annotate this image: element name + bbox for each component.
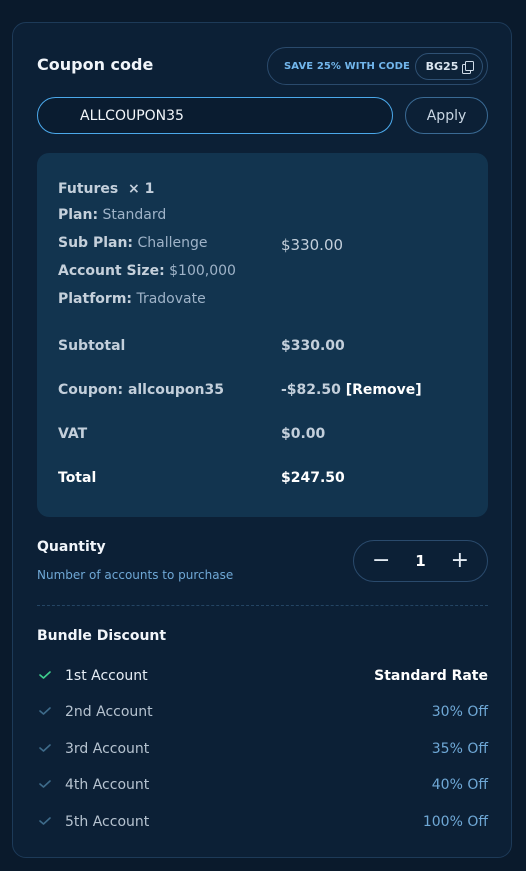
check-icon [39, 780, 51, 788]
bundle-row-label: 1st Account [65, 668, 148, 684]
bundle-row-value: 100% Off [422, 814, 488, 830]
checkout-card: Coupon code SAVE 25% WITH CODE BG25 Appl… [12, 22, 512, 858]
subplan-label: Sub Plan: [58, 235, 134, 251]
subplan-line: Sub Plan: Challenge [58, 235, 207, 251]
platform-value: Tradovate [136, 291, 206, 307]
divider [37, 605, 488, 606]
product-qty: × 1 [127, 181, 155, 197]
coupon-discount-label: Coupon: allcoupon35 [58, 382, 224, 398]
coupon-title: Coupon code [37, 55, 154, 74]
quantity-title: Quantity [37, 539, 106, 555]
bundle-row-value: 30% Off [431, 704, 488, 720]
apply-button[interactable]: Apply [405, 97, 488, 134]
check-icon [39, 707, 51, 715]
bundle-row: 3rd Account 35% Off [37, 741, 488, 761]
account-size-value: $100,000 [169, 263, 236, 279]
copy-promo-code-button[interactable]: BG25 [415, 53, 483, 80]
bundle-discount-title: Bundle Discount [37, 628, 167, 644]
product-name: Futures [58, 181, 119, 197]
quantity-stepper: − 1 + [353, 540, 488, 582]
total-label: Total [58, 470, 97, 486]
remove-coupon-link[interactable]: [Remove] [346, 382, 422, 398]
order-summary: Futures × 1 Plan: Standard Sub Plan: Cha… [37, 153, 488, 517]
account-size-line: Account Size: $100,000 [58, 263, 236, 279]
bundle-row: 4th Account 40% Off [37, 777, 488, 797]
coupon-discount-value: -$82.50 [281, 382, 341, 398]
subtotal-label: Subtotal [58, 338, 126, 354]
check-icon [39, 817, 51, 825]
bundle-row-label: 5th Account [65, 814, 150, 830]
increment-button[interactable]: + [451, 550, 469, 572]
plan-label: Plan: [58, 207, 99, 223]
quantity-subtitle: Number of accounts to purchase [37, 568, 234, 582]
subplan-value: Challenge [137, 235, 208, 251]
subtotal-value: $330.00 [281, 338, 345, 354]
vat-value: $0.00 [281, 426, 326, 442]
copy-icon [462, 61, 475, 74]
line-price: $330.00 [281, 236, 344, 254]
bundle-row: 5th Account 100% Off [37, 814, 488, 834]
bundle-row-value: 40% Off [431, 777, 488, 793]
decrement-button[interactable]: − [372, 550, 390, 572]
check-icon [39, 744, 51, 752]
bundle-row-label: 2nd Account [65, 704, 153, 720]
quantity-value: 1 [415, 552, 426, 570]
platform-label: Platform: [58, 291, 132, 307]
account-size-label: Account Size: [58, 263, 165, 279]
promo-code: BG25 [425, 60, 459, 73]
platform-line: Platform: Tradovate [58, 291, 206, 307]
bundle-row-value: Standard Rate [374, 668, 488, 684]
vat-label: VAT [58, 426, 88, 442]
bundle-row-label: 4th Account [65, 777, 150, 793]
coupon-input[interactable] [37, 97, 393, 134]
promo-badge: SAVE 25% WITH CODE BG25 [267, 47, 488, 85]
check-icon [39, 671, 51, 679]
bundle-row-value: 35% Off [431, 741, 488, 757]
product-line: Futures × 1 [58, 181, 154, 197]
plan-value: Standard [102, 207, 167, 223]
plan-line: Plan: Standard [58, 207, 166, 223]
promo-text: SAVE 25% WITH CODE [284, 60, 410, 72]
total-value: $247.50 [281, 470, 345, 486]
bundle-row: 2nd Account 30% Off [37, 704, 488, 724]
bundle-row: 1st Account Standard Rate [37, 668, 488, 688]
coupon-discount-line: -$82.50 [Remove] [281, 382, 422, 398]
bundle-row-label: 3rd Account [65, 741, 150, 757]
